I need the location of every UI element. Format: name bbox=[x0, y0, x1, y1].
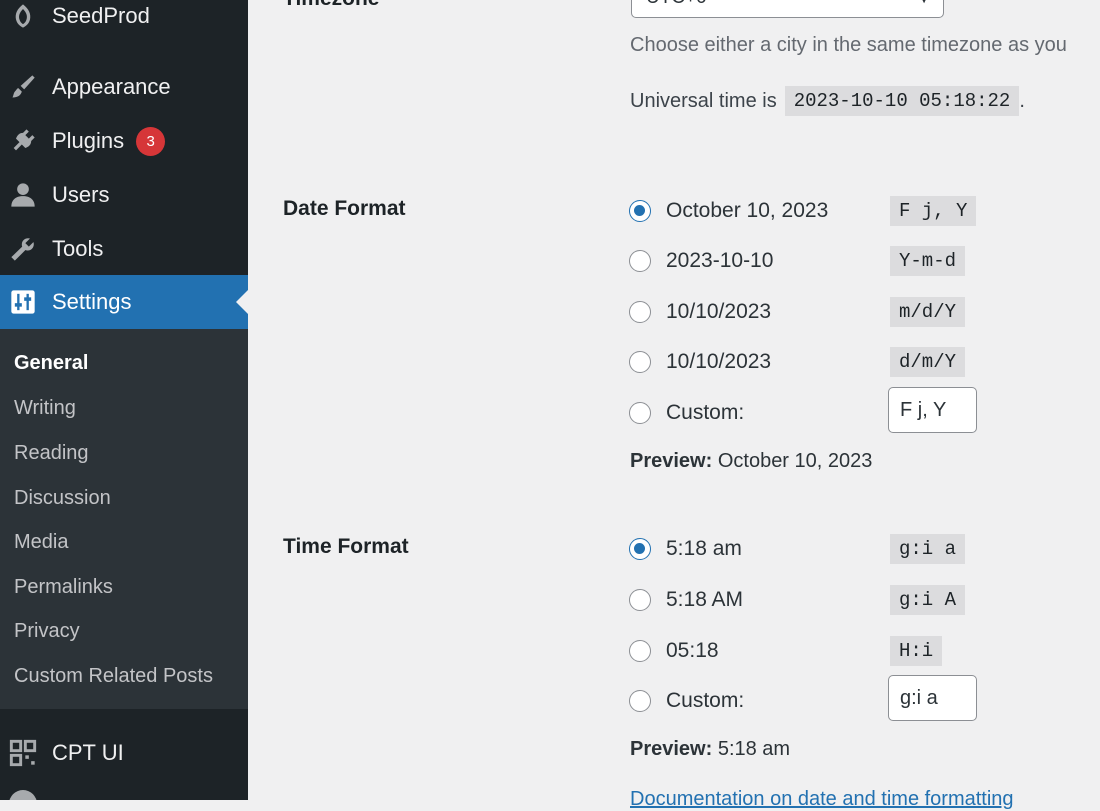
custom-label: Custom: bbox=[666, 401, 745, 424]
time-format-option[interactable]: 05:18 bbox=[629, 636, 719, 666]
time-format-preview: Preview: 5:18 am bbox=[630, 738, 790, 761]
submenu-item-writing[interactable]: Writing bbox=[14, 393, 76, 423]
submenu-item-permalinks[interactable]: Permalinks bbox=[14, 572, 113, 602]
menu-label: Plugins bbox=[52, 128, 125, 153]
radio-button[interactable] bbox=[629, 690, 651, 712]
date-format-preview: Preview: October 10, 2023 bbox=[630, 450, 872, 473]
timezone-select[interactable]: UTC+0 ▼ bbox=[631, 0, 944, 18]
universal-time-prefix: Universal time is bbox=[630, 89, 777, 112]
date-format-display: 10/10/2023 bbox=[666, 350, 772, 373]
date-format-custom-input[interactable]: F j, Y bbox=[888, 387, 977, 433]
menu-item-cpt-ui[interactable]: CPT UI bbox=[0, 726, 248, 780]
next-menu-icon bbox=[9, 790, 37, 800]
date-format-label: Date Format bbox=[283, 197, 406, 220]
wrench-icon bbox=[8, 234, 38, 264]
universal-time-suffix: . bbox=[1019, 89, 1025, 112]
menu-label: CPT UI bbox=[52, 740, 124, 765]
time-format-custom-input[interactable]: g:i a bbox=[888, 675, 977, 721]
submenu-item-custom-related-posts[interactable]: Custom Related Posts bbox=[14, 661, 213, 691]
date-format-option[interactable]: 10/10/2023 bbox=[629, 347, 771, 377]
plugins-update-badge: 3 bbox=[136, 126, 166, 156]
time-format-code: H:i bbox=[890, 636, 943, 666]
submenu-item-media[interactable]: Media bbox=[14, 527, 68, 557]
timezone-select-value: UTC+0 bbox=[646, 0, 707, 8]
time-format-code: g:i A bbox=[890, 585, 966, 615]
date-format-option[interactable]: 2023-10-10 bbox=[629, 246, 773, 276]
settings-icon bbox=[8, 287, 38, 317]
date-format-option[interactable]: 10/10/2023 bbox=[629, 297, 771, 327]
time-format-code: g:i a bbox=[890, 534, 966, 564]
preview-value: October 10, 2023 bbox=[717, 450, 873, 472]
submenu-item-discussion[interactable]: Discussion bbox=[14, 483, 111, 513]
time-format-display: 05:18 bbox=[666, 639, 719, 662]
radio-button[interactable] bbox=[629, 200, 651, 222]
submenu-item-general[interactable]: General bbox=[14, 348, 88, 378]
menu-item-settings[interactable]: Settings bbox=[0, 275, 248, 329]
date-format-code: d/m/Y bbox=[890, 347, 966, 377]
date-format-option[interactable]: October 10, 2023 bbox=[629, 196, 828, 226]
radio-button[interactable] bbox=[629, 351, 651, 373]
date-format-display: 2023-10-10 bbox=[666, 249, 774, 272]
time-format-option[interactable]: 5:18 AM bbox=[629, 585, 743, 615]
radio-button[interactable] bbox=[629, 589, 651, 611]
grid-icon bbox=[8, 738, 38, 768]
paintbrush-icon bbox=[8, 72, 38, 102]
custom-label: Custom: bbox=[666, 689, 745, 712]
time-format-display: 5:18 am bbox=[666, 537, 742, 560]
radio-button[interactable] bbox=[629, 640, 651, 662]
time-format-option[interactable]: 5:18 am bbox=[629, 534, 742, 564]
menu-item-appearance[interactable]: Appearance bbox=[0, 60, 248, 114]
menu-label: SeedProd bbox=[52, 3, 150, 28]
settings-submenu: General Writing Reading Discussion Media… bbox=[0, 329, 248, 709]
menu-label: Tools bbox=[52, 236, 104, 261]
date-format-display: October 10, 2023 bbox=[666, 199, 829, 222]
plugin-icon bbox=[8, 126, 38, 156]
preview-label: Preview: bbox=[630, 738, 713, 760]
radio-button[interactable] bbox=[629, 301, 651, 323]
user-icon bbox=[8, 180, 38, 210]
date-format-code: Y-m-d bbox=[890, 246, 966, 276]
time-format-custom-option[interactable]: Custom: bbox=[629, 686, 744, 716]
universal-time-line: Universal time is 2023-10-10 05:18:22 . bbox=[630, 86, 1025, 116]
seedprod-icon bbox=[8, 1, 38, 31]
date-format-display: 10/10/2023 bbox=[666, 300, 772, 323]
radio-button[interactable] bbox=[629, 538, 651, 560]
menu-label: Settings bbox=[52, 289, 132, 314]
radio-button[interactable] bbox=[629, 402, 651, 424]
timezone-description: Choose either a city in the same timezon… bbox=[630, 34, 1067, 56]
menu-item-tools[interactable]: Tools bbox=[0, 222, 248, 276]
date-format-code: m/d/Y bbox=[890, 297, 966, 327]
submenu-item-privacy[interactable]: Privacy bbox=[14, 616, 80, 646]
menu-item-seedprod[interactable]: SeedProd bbox=[0, 0, 248, 43]
chevron-down-icon: ▼ bbox=[917, 0, 931, 17]
date-format-code: F j, Y bbox=[890, 196, 977, 226]
menu-label: Appearance bbox=[52, 74, 171, 99]
date-format-custom-option[interactable]: Custom: bbox=[629, 398, 744, 428]
radio-button[interactable] bbox=[629, 250, 651, 272]
preview-label: Preview: bbox=[630, 450, 713, 472]
menu-item-plugins[interactable]: Plugins 3 bbox=[0, 114, 248, 168]
preview-value: 5:18 am bbox=[717, 738, 791, 760]
timezone-label: Timezone bbox=[283, 0, 379, 11]
admin-sidebar: SeedProd Appearance Plugins 3 Users Tool… bbox=[0, 0, 248, 800]
time-format-label: Time Format bbox=[283, 535, 409, 558]
universal-time-value: 2023-10-10 05:18:22 bbox=[784, 86, 1020, 116]
menu-label: Users bbox=[52, 182, 110, 207]
submenu-item-reading[interactable]: Reading bbox=[14, 438, 89, 468]
time-format-display: 5:18 AM bbox=[666, 588, 744, 611]
menu-item-users[interactable]: Users bbox=[0, 168, 248, 222]
